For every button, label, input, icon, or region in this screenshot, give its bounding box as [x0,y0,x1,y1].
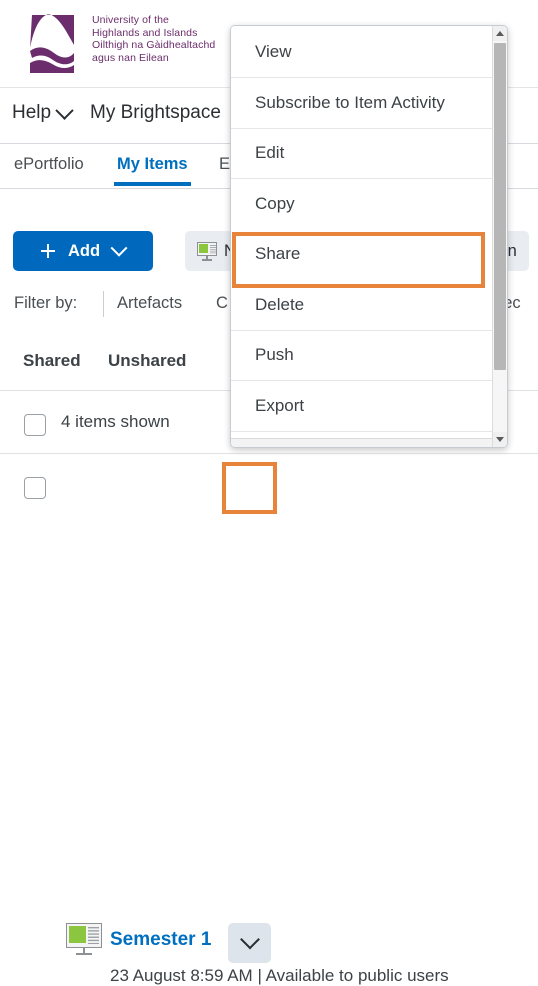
menu-item-share[interactable]: Share [231,229,493,280]
scrollbar-thumb[interactable] [494,43,506,370]
org-line-1: University of the [92,14,169,26]
item-title-link[interactable]: Semester 1 [110,929,211,951]
item-checkbox[interactable] [24,477,46,499]
presentation-icon [197,242,217,261]
org-name: University of the Highlands and Islands … [92,14,215,64]
item-actions-dropdown-button[interactable] [228,923,271,963]
item-context-menu: View Subscribe to Item Activity Edit Cop… [230,25,508,448]
scroll-down-arrow-icon [496,437,504,442]
filter-by-label: Filter by: [14,294,78,312]
filter-separator [103,291,104,317]
filter-collections[interactable]: C [216,294,228,313]
item-metadata: 23 August 8:59 AM | Available to public … [110,966,449,985]
org-line-4: agus nan Eilean [92,51,169,64]
nav-help-label: Help [12,102,52,123]
context-menu-list: View Subscribe to Item Activity Edit Cop… [231,26,493,432]
plus-icon [40,244,55,258]
uhi-logo[interactable]: University of the Highlands and Islands … [16,9,215,75]
uhi-mountain-logo-icon [30,14,74,73]
scroll-up-button[interactable] [493,26,507,41]
nav-item-my-brightspace[interactable]: My Brightspace [90,102,221,124]
menu-bottom-strip [231,438,493,447]
menu-item-copy[interactable]: Copy [231,179,493,230]
chevron-down-icon [110,239,128,257]
menu-item-push[interactable]: Push [231,330,493,381]
menu-item-delete[interactable]: Delete [231,280,493,331]
tab-eportfolio[interactable]: ePortfolio [14,155,84,174]
tab-unshared[interactable]: Unshared [108,351,186,371]
select-all-checkbox[interactable] [24,414,46,436]
tab-shared[interactable]: Shared [23,351,81,371]
chevron-down-icon [55,100,74,120]
nav-brightspace-label: My Brightspace [90,102,221,123]
scroll-up-arrow-icon [496,31,504,36]
menu-item-subscribe-to-item-activity[interactable]: Subscribe to Item Activity [231,78,493,129]
menu-item-edit[interactable]: Edit [231,128,493,179]
add-button-label: Add [67,241,101,260]
tab-my-items[interactable]: My Items [114,155,191,186]
org-line-3: Oilthigh na Gàidhealtachd [92,39,216,52]
nav-item-help[interactable]: Help [12,100,74,124]
org-line-2: Highlands and Islands [92,26,198,39]
menu-item-view[interactable]: View [231,26,493,78]
items-shown-count: 4 items shown [61,412,170,431]
context-menu-scrollbar[interactable] [492,26,507,447]
chevron-down-icon [239,929,260,950]
menu-item-export[interactable]: Export [231,381,493,432]
tab-eportfolio-dashboard[interactable]: E [219,155,230,174]
add-button[interactable]: Add [13,231,153,271]
filter-artefacts[interactable]: Artefacts [117,294,182,313]
scroll-down-button[interactable] [493,432,507,447]
list-item: Semester 1 23 August 8:59 AM | Available… [0,455,538,985]
